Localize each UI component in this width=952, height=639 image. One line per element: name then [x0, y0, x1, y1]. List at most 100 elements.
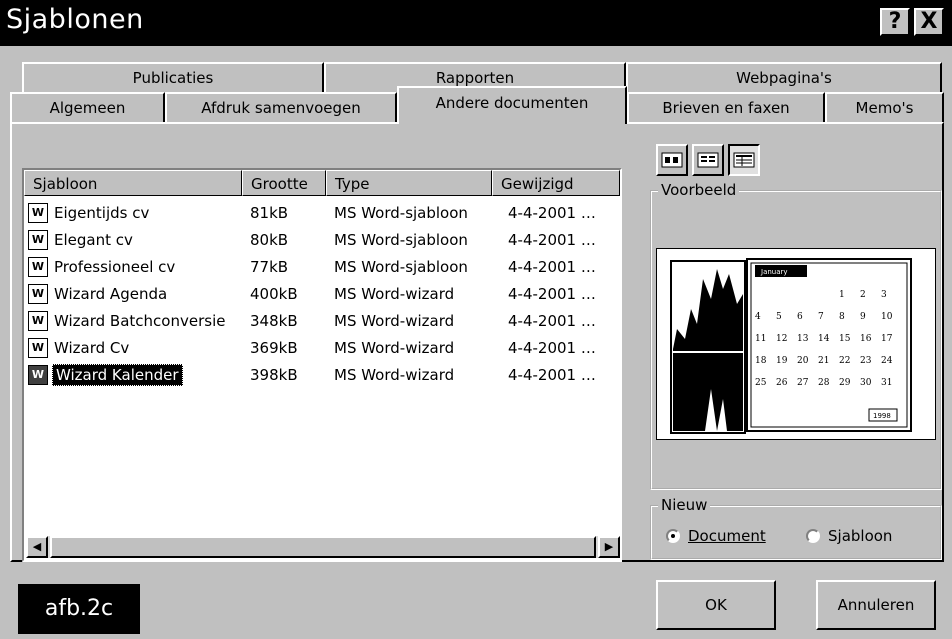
- template-option-label[interactable]: Sjabloon: [828, 527, 892, 545]
- template-list[interactable]: Sjabloon Grootte Type Gewijzigd W Eigent…: [22, 168, 622, 562]
- document-radio[interactable]: [666, 529, 680, 543]
- item-type: MS Word-wizard: [334, 312, 455, 330]
- item-type: MS Word-sjabloon: [334, 231, 468, 249]
- item-size: 77kB: [250, 258, 289, 276]
- scroll-left-icon[interactable]: ◀: [26, 536, 48, 558]
- word-template-icon: W: [28, 230, 48, 250]
- item-size: 80kB: [250, 231, 289, 249]
- column-header-grootte[interactable]: Grootte: [242, 170, 326, 196]
- item-name: Wizard Batchconversie: [54, 312, 226, 330]
- preview-group: Voorbeeld January 1998 1 2 3 4 5 6 7 8 9 10 11 12 13…: [650, 181, 942, 490]
- calendar-year: 1998: [873, 412, 891, 420]
- tab-afdruk-samenvoegen[interactable]: Afdruk samenvoegen: [165, 92, 397, 122]
- list-view-icon[interactable]: [692, 144, 724, 176]
- item-type: MS Word-wizard: [334, 366, 455, 384]
- calendar-month: January: [760, 268, 788, 276]
- ok-button[interactable]: OK: [656, 580, 776, 630]
- tab-andere-documenten[interactable]: Andere documenten: [397, 86, 627, 124]
- calendar-day: 18: [755, 356, 767, 366]
- horizontal-scrollbar[interactable]: ◀ ▶: [26, 536, 620, 558]
- item-size: 81kB: [250, 204, 289, 222]
- calendar-day: 1: [839, 290, 845, 300]
- column-header-sjabloon[interactable]: Sjabloon: [24, 170, 242, 196]
- calendar-day: 6: [797, 312, 803, 322]
- close-button[interactable]: X: [914, 8, 944, 36]
- calendar-day: 3: [881, 290, 887, 300]
- item-name: Wizard Agenda: [54, 285, 168, 303]
- tab-publicaties[interactable]: Publicaties: [22, 62, 324, 92]
- item-size: 369kB: [250, 339, 298, 357]
- calendar-day: 10: [881, 312, 893, 322]
- calendar-day: 26: [776, 378, 788, 388]
- calendar-day: 15: [839, 334, 851, 344]
- column-header-gewijzigd[interactable]: Gewijzigd: [492, 170, 620, 196]
- scroll-right-icon[interactable]: ▶: [598, 536, 620, 558]
- word-template-icon: W: [28, 257, 48, 277]
- calendar-day: 12: [776, 334, 787, 344]
- calendar-day: 11: [755, 334, 766, 344]
- calendar-day: 28: [818, 378, 830, 388]
- item-type: MS Word-sjabloon: [334, 204, 468, 222]
- word-wizard-icon: W: [28, 338, 48, 358]
- list-item[interactable]: W Wizard Agenda 400kB MS Word-wizard 4-4…: [24, 281, 620, 308]
- cancel-button[interactable]: Annuleren: [816, 580, 936, 630]
- list-item[interactable]: W Professioneel cv 77kB MS Word-sjabloon…: [24, 254, 620, 281]
- details-view-icon[interactable]: [728, 144, 760, 176]
- column-header-type[interactable]: Type: [326, 170, 492, 196]
- radio-dot: [671, 534, 675, 538]
- window-title: Sjablonen: [6, 4, 144, 35]
- item-name: Wizard Kalender: [52, 364, 183, 386]
- item-name: Professioneel cv: [54, 258, 176, 276]
- calendar-day: 30: [860, 378, 872, 388]
- calendar-day: 24: [881, 356, 893, 366]
- tab-memos[interactable]: Memo's: [825, 92, 944, 122]
- list-item[interactable]: W Eigentijds cv 81kB MS Word-sjabloon 4-…: [24, 200, 620, 227]
- word-template-icon: W: [28, 203, 48, 223]
- item-modified: 4-4-2001 …: [508, 204, 596, 222]
- calendar-day: 2: [860, 290, 866, 300]
- calendar-day: 7: [818, 312, 824, 322]
- word-wizard-icon: W: [28, 311, 48, 331]
- calendar-day: 8: [839, 312, 845, 322]
- item-size: 398kB: [250, 366, 298, 384]
- calendar-day: 29: [839, 378, 851, 388]
- new-label: Nieuw: [658, 496, 711, 514]
- new-group: Nieuw Document Sjabloon: [650, 496, 942, 560]
- help-button[interactable]: ?: [880, 8, 910, 36]
- calendar-day: 4: [755, 312, 761, 322]
- preview-label: Voorbeeld: [658, 181, 740, 199]
- document-option-label[interactable]: Document: [688, 527, 766, 545]
- calendar-day: 14: [818, 334, 830, 344]
- preview-image: January 1998 1 2 3 4 5 6 7 8 9 10 11 12 13 14 15 16 17 18…: [656, 248, 936, 440]
- list-item[interactable]: W Wizard Batchconversie 348kB MS Word-wi…: [24, 308, 620, 335]
- tab-brieven-en-faxen[interactable]: Brieven en faxen: [627, 92, 825, 122]
- item-modified: 4-4-2001 …: [508, 339, 596, 357]
- item-modified: 4-4-2001 …: [508, 285, 596, 303]
- figure-caption: afb.2c: [18, 584, 140, 634]
- calendar-day: 16: [860, 334, 872, 344]
- item-name: Eigentijds cv: [54, 204, 150, 222]
- calendar-day: 22: [839, 356, 850, 366]
- calendar-day: 5: [776, 312, 782, 322]
- tab-algemeen[interactable]: Algemeen: [10, 92, 165, 122]
- list-item[interactable]: W Elegant cv 80kB MS Word-sjabloon 4-4-2…: [24, 227, 620, 254]
- template-radio[interactable]: [806, 529, 820, 543]
- tab-webpaginas[interactable]: Webpagina's: [626, 62, 942, 92]
- item-modified: 4-4-2001 …: [508, 258, 596, 276]
- calendar-day: 23: [860, 356, 872, 366]
- item-name: Elegant cv: [54, 231, 133, 249]
- word-wizard-icon: W: [28, 284, 48, 304]
- calendar-day: 9: [860, 312, 866, 322]
- calendar-day: 27: [797, 378, 809, 388]
- calendar-day: 19: [776, 356, 788, 366]
- item-size: 400kB: [250, 285, 298, 303]
- calendar-day: 20: [797, 356, 809, 366]
- item-name: Wizard Cv: [54, 339, 130, 357]
- large-icons-view-icon[interactable]: [656, 144, 688, 176]
- item-modified: 4-4-2001 …: [508, 312, 596, 330]
- list-item[interactable]: W Wizard Cv 369kB MS Word-wizard 4-4-200…: [24, 335, 620, 362]
- list-item-selected[interactable]: W Wizard Kalender 398kB MS Word-wizard 4…: [24, 362, 620, 389]
- scroll-thumb[interactable]: [50, 536, 596, 558]
- item-type: MS Word-sjabloon: [334, 258, 468, 276]
- title-bar: Sjablonen ? X: [0, 0, 952, 46]
